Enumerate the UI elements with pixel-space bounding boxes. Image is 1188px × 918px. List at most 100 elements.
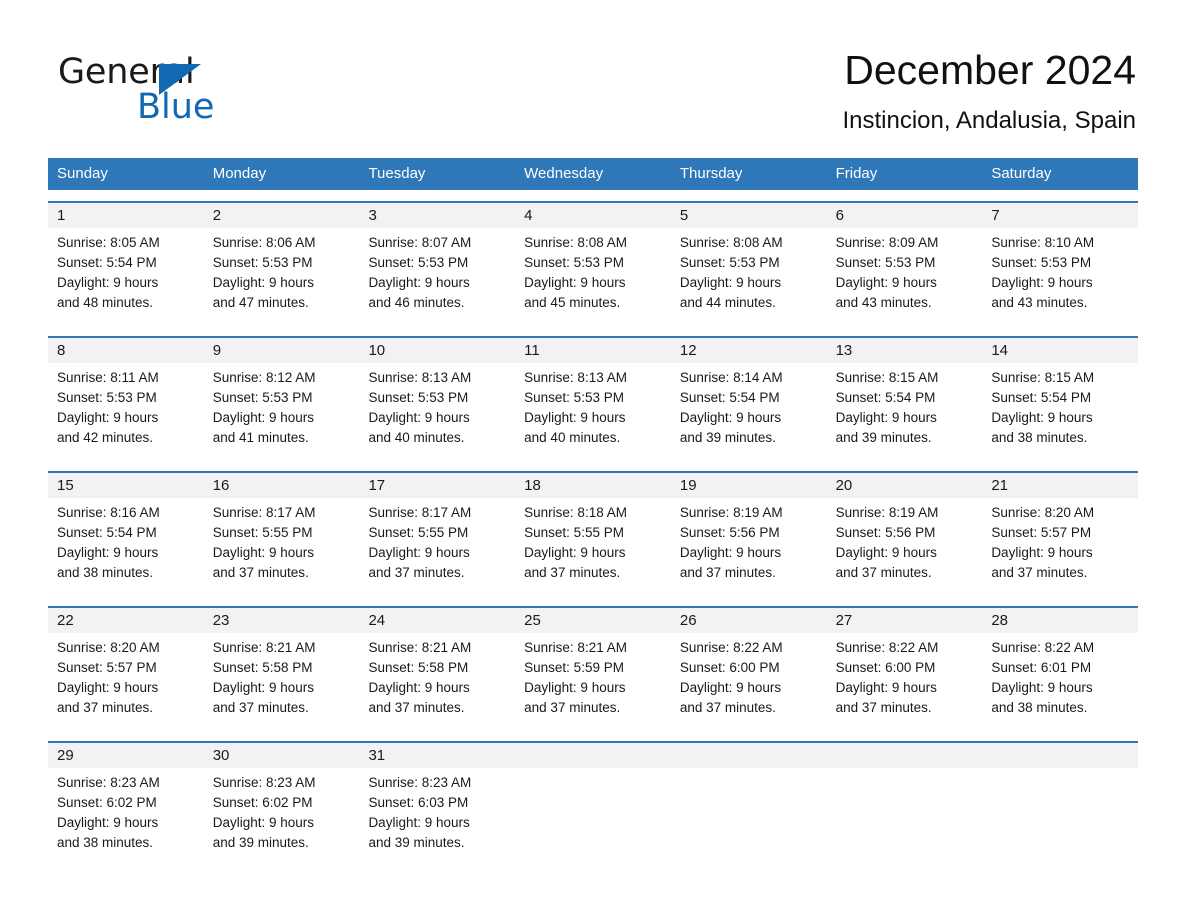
day-number[interactable]: 4 (515, 203, 671, 228)
day-number[interactable]: 28 (982, 608, 1138, 633)
daylight-text-line2: and 37 minutes. (679, 700, 776, 715)
day-cell[interactable]: Sunrise: 8:21 AM Sunset: 5:58 PM Dayligh… (204, 633, 360, 730)
day-cell[interactable]: Sunrise: 8:21 AM Sunset: 5:58 PM Dayligh… (359, 633, 515, 730)
day-number-strip: 8 9 10 11 12 13 14 (48, 338, 1138, 363)
sunrise-text: Sunrise: 8:16 AM (57, 505, 160, 520)
day-number[interactable]: 8 (48, 338, 204, 363)
weekday-header-monday: Monday (212, 165, 267, 182)
day-cell[interactable]: Sunrise: 8:05 AM Sunset: 5:54 PM Dayligh… (48, 228, 204, 325)
daylight-text-line1: Daylight: 9 hours (212, 545, 315, 560)
day-cell[interactable]: Sunrise: 8:18 AM Sunset: 5:55 PM Dayligh… (515, 498, 671, 595)
day-number[interactable]: 10 (359, 338, 515, 363)
day-number[interactable]: 14 (982, 338, 1138, 363)
daylight-text-line2: and 40 minutes. (524, 430, 621, 445)
sunrise-text: Sunrise: 8:21 AM (212, 640, 316, 655)
day-number[interactable]: 1 (48, 203, 204, 228)
daylight-text-line2: and 47 minutes. (212, 295, 309, 310)
sunrise-text: Sunrise: 8:23 AM (212, 775, 316, 790)
day-cell[interactable]: Sunrise: 8:22 AM Sunset: 6:01 PM Dayligh… (982, 633, 1138, 730)
day-number[interactable]: 11 (515, 338, 671, 363)
sunset-text: Sunset: 6:03 PM (368, 795, 469, 810)
daylight-text-line2: and 38 minutes. (991, 700, 1088, 715)
day-number-strip: 22 23 24 25 26 27 28 (48, 608, 1138, 633)
day-number[interactable]: 20 (827, 473, 983, 498)
day-cell[interactable]: Sunrise: 8:22 AM Sunset: 6:00 PM Dayligh… (827, 633, 983, 730)
day-cell[interactable]: Sunrise: 8:07 AM Sunset: 5:53 PM Dayligh… (359, 228, 515, 325)
day-number[interactable]: 26 (671, 608, 827, 633)
day-detail-strip: Sunrise: 8:11 AM Sunset: 5:53 PM Dayligh… (48, 363, 1138, 460)
daylight-text-line1: Daylight: 9 hours (524, 545, 626, 560)
day-cell[interactable]: Sunrise: 8:20 AM Sunset: 5:57 PM Dayligh… (48, 633, 204, 730)
day-cell[interactable]: Sunrise: 8:10 AM Sunset: 5:53 PM Dayligh… (982, 228, 1138, 325)
daylight-text-line2: and 39 minutes. (368, 835, 465, 850)
day-number[interactable]: 27 (827, 608, 983, 633)
calendar-week-row: 22 23 24 25 26 27 28 Sunrise: 8:20 AM Su… (48, 606, 1138, 730)
calendar-week-row: 8 9 10 11 12 13 14 Sunrise: 8:11 AM Suns… (48, 336, 1138, 460)
daylight-text-line2: and 39 minutes. (835, 430, 932, 445)
day-cell[interactable]: Sunrise: 8:20 AM Sunset: 5:57 PM Dayligh… (982, 498, 1138, 595)
day-number[interactable]: 25 (515, 608, 671, 633)
sunset-text: Sunset: 5:53 PM (212, 390, 313, 405)
daylight-text-line2: and 46 minutes. (368, 295, 465, 310)
sunrise-text: Sunrise: 8:06 AM (212, 235, 316, 250)
sunrise-text: Sunrise: 8:12 AM (212, 370, 316, 385)
day-cell[interactable]: Sunrise: 8:17 AM Sunset: 5:55 PM Dayligh… (204, 498, 360, 595)
day-number[interactable]: 2 (204, 203, 360, 228)
day-number[interactable]: 5 (671, 203, 827, 228)
sunset-text: Sunset: 5:53 PM (524, 390, 624, 405)
day-cell[interactable]: Sunrise: 8:13 AM Sunset: 5:53 PM Dayligh… (515, 363, 671, 460)
day-cell[interactable]: Sunrise: 8:06 AM Sunset: 5:53 PM Dayligh… (204, 228, 360, 325)
day-number[interactable]: 30 (204, 743, 360, 768)
sunset-text: Sunset: 5:57 PM (57, 660, 157, 675)
day-number[interactable]: 31 (359, 743, 515, 768)
day-number[interactable]: 15 (48, 473, 204, 498)
sunrise-text: Sunrise: 8:15 AM (835, 370, 939, 385)
day-number[interactable]: 21 (982, 473, 1138, 498)
day-cell[interactable]: Sunrise: 8:09 AM Sunset: 5:53 PM Dayligh… (827, 228, 983, 325)
weekday-header-wednesday: Wednesday (524, 165, 604, 182)
day-number[interactable]: 17 (359, 473, 515, 498)
sunset-text: Sunset: 5:53 PM (57, 390, 157, 405)
day-cell[interactable]: Sunrise: 8:19 AM Sunset: 5:56 PM Dayligh… (827, 498, 983, 595)
day-cell[interactable]: Sunrise: 8:12 AM Sunset: 5:53 PM Dayligh… (204, 363, 360, 460)
logo-text-blue: Blue (137, 87, 215, 127)
day-number[interactable]: 22 (48, 608, 204, 633)
day-cell[interactable]: Sunrise: 8:23 AM Sunset: 6:02 PM Dayligh… (204, 768, 360, 865)
day-number[interactable]: 3 (359, 203, 515, 228)
sunrise-text: Sunrise: 8:17 AM (212, 505, 316, 520)
day-number[interactable]: 13 (827, 338, 983, 363)
day-cell[interactable]: Sunrise: 8:08 AM Sunset: 5:53 PM Dayligh… (515, 228, 671, 325)
day-cell[interactable]: Sunrise: 8:17 AM Sunset: 5:55 PM Dayligh… (359, 498, 515, 595)
day-number[interactable]: 6 (827, 203, 983, 228)
day-cell[interactable]: Sunrise: 8:15 AM Sunset: 5:54 PM Dayligh… (982, 363, 1138, 460)
day-number[interactable]: 29 (48, 743, 204, 768)
day-cell[interactable]: Sunrise: 8:16 AM Sunset: 5:54 PM Dayligh… (48, 498, 204, 595)
daylight-text-line2: and 41 minutes. (212, 430, 309, 445)
weekday-header-thursday: Thursday (679, 165, 743, 182)
day-number[interactable]: 23 (204, 608, 360, 633)
day-number[interactable]: 9 (204, 338, 360, 363)
sunset-text: Sunset: 5:57 PM (991, 525, 1092, 540)
day-cell[interactable]: Sunrise: 8:19 AM Sunset: 5:56 PM Dayligh… (671, 498, 827, 595)
day-number[interactable]: 18 (515, 473, 671, 498)
day-cell[interactable]: Sunrise: 8:22 AM Sunset: 6:00 PM Dayligh… (671, 633, 827, 730)
day-number[interactable]: 19 (671, 473, 827, 498)
daylight-text-line2: and 38 minutes. (57, 565, 154, 580)
daylight-text-line1: Daylight: 9 hours (679, 545, 782, 560)
day-cell[interactable]: Sunrise: 8:08 AM Sunset: 5:53 PM Dayligh… (671, 228, 827, 325)
day-number[interactable]: 16 (204, 473, 360, 498)
day-cell[interactable]: Sunrise: 8:15 AM Sunset: 5:54 PM Dayligh… (827, 363, 983, 460)
day-cell[interactable]: Sunrise: 8:13 AM Sunset: 5:53 PM Dayligh… (359, 363, 515, 460)
sunset-text: Sunset: 5:54 PM (991, 390, 1092, 405)
day-cell[interactable]: Sunrise: 8:11 AM Sunset: 5:53 PM Dayligh… (48, 363, 204, 460)
day-cell[interactable]: Sunrise: 8:23 AM Sunset: 6:03 PM Dayligh… (359, 768, 515, 865)
daylight-text-line1: Daylight: 9 hours (57, 680, 159, 695)
day-cell[interactable]: Sunrise: 8:23 AM Sunset: 6:02 PM Dayligh… (48, 768, 204, 865)
day-number[interactable]: 7 (982, 203, 1138, 228)
generalblue-logo[interactable]: General Blue (58, 52, 318, 138)
day-number[interactable]: 12 (671, 338, 827, 363)
day-cell[interactable]: Sunrise: 8:21 AM Sunset: 5:59 PM Dayligh… (515, 633, 671, 730)
day-cell[interactable]: Sunrise: 8:14 AM Sunset: 5:54 PM Dayligh… (671, 363, 827, 460)
day-number-empty (827, 743, 983, 768)
day-number[interactable]: 24 (359, 608, 515, 633)
